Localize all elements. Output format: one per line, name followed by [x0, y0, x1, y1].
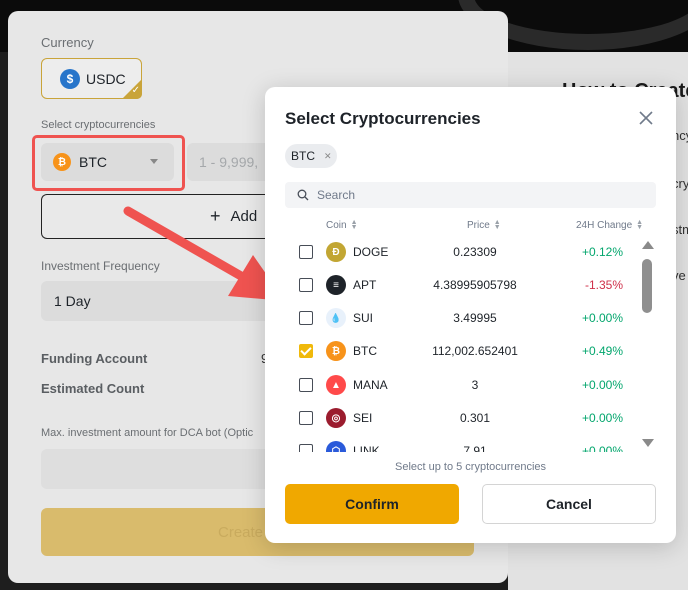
- coin-change: +0.00%: [581, 411, 623, 425]
- coin-symbol: BTC: [353, 344, 377, 358]
- currency-option-usdc[interactable]: $ USDC ✓: [41, 58, 142, 99]
- currency-value: USDC: [86, 70, 126, 87]
- confirm-button[interactable]: Confirm: [285, 484, 459, 524]
- scroll-down-icon[interactable]: [642, 439, 654, 447]
- btc-coin-icon: ₿: [326, 341, 346, 361]
- scroll-thumb[interactable]: [642, 259, 652, 313]
- doge-coin-icon: Ð: [326, 242, 346, 262]
- estimated-count-label: Estimated Count: [41, 381, 145, 396]
- coin-list[interactable]: Ð DOGE 0.23309 +0.12% ≡ APT 4.3899590579…: [265, 235, 643, 452]
- list-scrollbar[interactable]: [641, 241, 654, 447]
- add-button-label: Add: [230, 208, 258, 225]
- max-investment-label: Max. investment amount for DCA bot (Opti…: [41, 427, 254, 439]
- mana-coin-icon: ▲: [326, 375, 346, 395]
- coin-symbol: APT: [353, 278, 377, 292]
- coin-price: 3.49995: [453, 311, 497, 325]
- plus-icon: +: [210, 206, 221, 226]
- coin-symbol: SUI: [353, 311, 374, 325]
- column-header-coin[interactable]: Coin ▲ ▼: [326, 219, 358, 232]
- coin-row[interactable]: ◎ SEI 0.301 +0.00%: [265, 401, 643, 435]
- coin-price: 7.91: [463, 444, 487, 452]
- search-box[interactable]: [285, 182, 656, 208]
- coin-price: 0.301: [459, 411, 491, 425]
- modal-title: Select Cryptocurrencies: [285, 109, 481, 128]
- sei-coin-icon: ◎: [326, 408, 346, 428]
- row-checkbox[interactable]: [299, 245, 313, 259]
- coin-price: 3: [471, 378, 479, 392]
- search-input[interactable]: [317, 188, 617, 202]
- selection-hint: Select up to 5 cryptocurrencies: [394, 461, 547, 473]
- close-icon[interactable]: [637, 109, 655, 127]
- coin-row[interactable]: ▲ MANA 3 +0.00%: [265, 368, 643, 402]
- max-investment-input[interactable]: [41, 449, 267, 489]
- sort-icon: ▲ ▼: [493, 219, 501, 232]
- row-checkbox[interactable]: [299, 378, 313, 392]
- coin-change: -1.35%: [584, 278, 623, 292]
- coin-change: +0.12%: [581, 245, 623, 259]
- check-icon: ✓: [131, 85, 140, 96]
- chip-remove-icon[interactable]: ✕: [324, 151, 332, 162]
- coin-row[interactable]: Ð DOGE 0.23309 +0.12%: [265, 235, 643, 269]
- coin-symbol: LINK: [353, 444, 380, 452]
- row-checkbox[interactable]: [299, 344, 313, 358]
- sort-icon: ▲ ▼: [350, 219, 358, 232]
- coin-row[interactable]: ≡ APT 4.38995905798 -1.35%: [265, 268, 643, 302]
- coin-change: +0.00%: [581, 444, 623, 452]
- add-coin-button[interactable]: + Add: [41, 194, 267, 239]
- chip-label: BTC: [291, 149, 315, 163]
- annotation-highlight-box: [32, 135, 185, 191]
- coin-symbol: DOGE: [353, 245, 389, 259]
- selected-chip-btc[interactable]: BTC ✕: [285, 144, 337, 168]
- usdc-icon: $: [60, 68, 80, 89]
- coin-price: 112,002.652401: [432, 344, 518, 358]
- scroll-up-icon[interactable]: [642, 241, 654, 249]
- link-coin-icon: ⬡: [326, 441, 346, 452]
- coin-row[interactable]: 💧 SUI 3.49995 +0.00%: [265, 301, 643, 335]
- coin-row[interactable]: ₿ BTC 112,002.652401 +0.49%: [265, 334, 643, 368]
- currency-label: Currency: [41, 35, 94, 50]
- coin-change: +0.49%: [581, 344, 623, 358]
- row-checkbox[interactable]: [299, 311, 313, 325]
- select-crypto-label: Select cryptocurrencies: [41, 119, 156, 131]
- cancel-button[interactable]: Cancel: [482, 484, 656, 524]
- search-icon: [297, 189, 309, 201]
- row-checkbox[interactable]: [299, 278, 313, 292]
- funding-account-label: Funding Account: [41, 351, 148, 366]
- coin-symbol: SEI: [353, 411, 373, 425]
- coin-symbol: MANA: [353, 378, 388, 392]
- column-header-change[interactable]: 24H Change ▲ ▼: [576, 219, 644, 232]
- coin-price: 0.23309: [453, 245, 497, 259]
- column-header-price[interactable]: Price ▲ ▼: [467, 219, 501, 232]
- coin-change: +0.00%: [581, 311, 623, 325]
- frequency-dropdown[interactable]: 1 Day: [41, 281, 267, 321]
- coin-row[interactable]: ⬡ LINK 7.91 +0.00%: [265, 434, 643, 452]
- row-checkbox[interactable]: [299, 411, 313, 425]
- coin-change: +0.00%: [581, 378, 623, 392]
- select-crypto-modal: Select Cryptocurrencies BTC ✕ Coin▲▼ Pri…: [265, 87, 676, 543]
- apt-coin-icon: ≡: [326, 275, 346, 295]
- coin-price: 4.38995905798: [433, 278, 517, 292]
- amount-input[interactable]: 1 - 9,999,: [187, 143, 267, 181]
- sort-icon: ▲ ▼: [636, 219, 644, 232]
- sui-coin-icon: 💧: [326, 308, 346, 328]
- row-checkbox[interactable]: [299, 444, 313, 452]
- frequency-label: Investment Frequency: [41, 259, 160, 273]
